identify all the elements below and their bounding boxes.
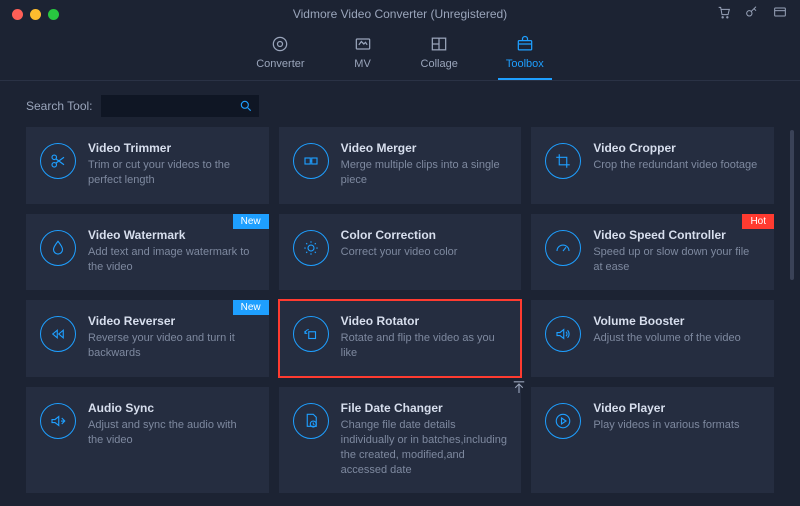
- card-title: Video Player: [593, 401, 760, 415]
- volume-icon: [545, 316, 581, 352]
- sun-icon: [293, 230, 329, 266]
- card-title: Color Correction: [341, 228, 508, 242]
- tool-grid: Video Trimmer Trim or cut your videos to …: [0, 127, 800, 493]
- card-desc: Play videos in various formats: [593, 418, 760, 433]
- card-desc: Trim or cut your videos to the perfect l…: [88, 158, 255, 188]
- card-video-cropper[interactable]: Video Cropper Crop the redundant video fo…: [531, 127, 774, 204]
- crop-icon: [545, 143, 581, 179]
- gauge-icon: [545, 230, 581, 266]
- card-video-rotator[interactable]: Video Rotator Rotate and flip the video a…: [279, 300, 522, 377]
- card-title: Video Rotator: [341, 314, 508, 328]
- card-desc: Speed up or slow down your file at ease: [593, 245, 760, 275]
- tab-label: MV: [354, 58, 371, 70]
- file-clock-icon: [293, 403, 329, 439]
- card-volume-booster[interactable]: Volume Booster Adjust the volume of the v…: [531, 300, 774, 377]
- close-window-button[interactable]: [12, 9, 23, 20]
- search-input[interactable]: [101, 95, 259, 117]
- card-video-player[interactable]: Video Player Play videos in various forma…: [531, 387, 774, 493]
- search-box: [101, 95, 259, 117]
- card-video-speed-controller[interactable]: Hot Video Speed Controller Speed up or sl…: [531, 214, 774, 291]
- rewind-icon: [40, 316, 76, 352]
- card-desc: Merge multiple clips into a single piece: [341, 158, 508, 188]
- drop-icon: [40, 230, 76, 266]
- card-title: Video Reverser: [88, 314, 255, 328]
- window-title: Vidmore Video Converter (Unregistered): [293, 7, 507, 21]
- card-video-watermark[interactable]: New Video Watermark Add text and image wa…: [26, 214, 269, 291]
- card-desc: Add text and image watermark to the vide…: [88, 245, 255, 275]
- divider: [0, 80, 800, 81]
- play-icon: [545, 403, 581, 439]
- card-title: Video Merger: [341, 141, 508, 155]
- tab-toolbox[interactable]: Toolbox: [506, 34, 544, 70]
- card-title: Video Watermark: [88, 228, 255, 242]
- rotate-icon: [293, 316, 329, 352]
- main-tabs: Converter MV Collage Toolbox: [0, 28, 800, 80]
- card-video-trimmer[interactable]: Video Trimmer Trim or cut your videos to …: [26, 127, 269, 204]
- badge-new: New: [233, 214, 269, 229]
- title-bar: Vidmore Video Converter (Unregistered): [0, 0, 800, 28]
- card-video-merger[interactable]: Video Merger Merge multiple clips into a …: [279, 127, 522, 204]
- card-desc: Change file date details individually or…: [341, 418, 508, 477]
- badge-new: New: [233, 300, 269, 315]
- card-desc: Crop the redundant video footage: [593, 158, 760, 173]
- search-label: Search Tool:: [26, 99, 93, 113]
- card-title: Volume Booster: [593, 314, 760, 328]
- merge-icon: [293, 143, 329, 179]
- card-desc: Reverse your video and turn it backwards: [88, 331, 255, 361]
- card-desc: Correct your video color: [341, 245, 508, 260]
- tab-label: Toolbox: [506, 58, 544, 70]
- scissors-icon: [40, 143, 76, 179]
- card-title: Video Speed Controller: [593, 228, 760, 242]
- window-controls: [12, 9, 59, 20]
- card-color-correction[interactable]: Color Correction Correct your video color: [279, 214, 522, 291]
- search-icon[interactable]: [239, 99, 253, 113]
- badge-hot: Hot: [742, 214, 774, 229]
- card-title: Audio Sync: [88, 401, 255, 415]
- card-desc: Adjust and sync the audio with the video: [88, 418, 255, 448]
- key-icon[interactable]: [744, 4, 760, 25]
- tab-converter[interactable]: Converter: [256, 34, 304, 70]
- tab-label: Collage: [421, 58, 458, 70]
- tab-label: Converter: [256, 58, 304, 70]
- card-title: File Date Changer: [341, 401, 508, 415]
- scrollbar[interactable]: [790, 130, 794, 280]
- cart-icon[interactable]: [716, 4, 732, 25]
- maximize-window-button[interactable]: [48, 9, 59, 20]
- card-title: Video Cropper: [593, 141, 760, 155]
- card-file-date-changer[interactable]: File Date Changer Change file date detail…: [279, 387, 522, 493]
- card-desc: Adjust the volume of the video: [593, 331, 760, 346]
- tab-collage[interactable]: Collage: [421, 34, 458, 70]
- minimize-window-button[interactable]: [30, 9, 41, 20]
- menu-icon[interactable]: [772, 4, 788, 25]
- card-video-reverser[interactable]: New Video Reverser Reverse your video and…: [26, 300, 269, 377]
- audio-sync-icon: [40, 403, 76, 439]
- scroll-to-top-button[interactable]: [510, 378, 528, 396]
- card-audio-sync[interactable]: Audio Sync Adjust and sync the audio with…: [26, 387, 269, 493]
- card-title: Video Trimmer: [88, 141, 255, 155]
- card-desc: Rotate and flip the video as you like: [341, 331, 508, 361]
- tab-mv[interactable]: MV: [353, 34, 373, 70]
